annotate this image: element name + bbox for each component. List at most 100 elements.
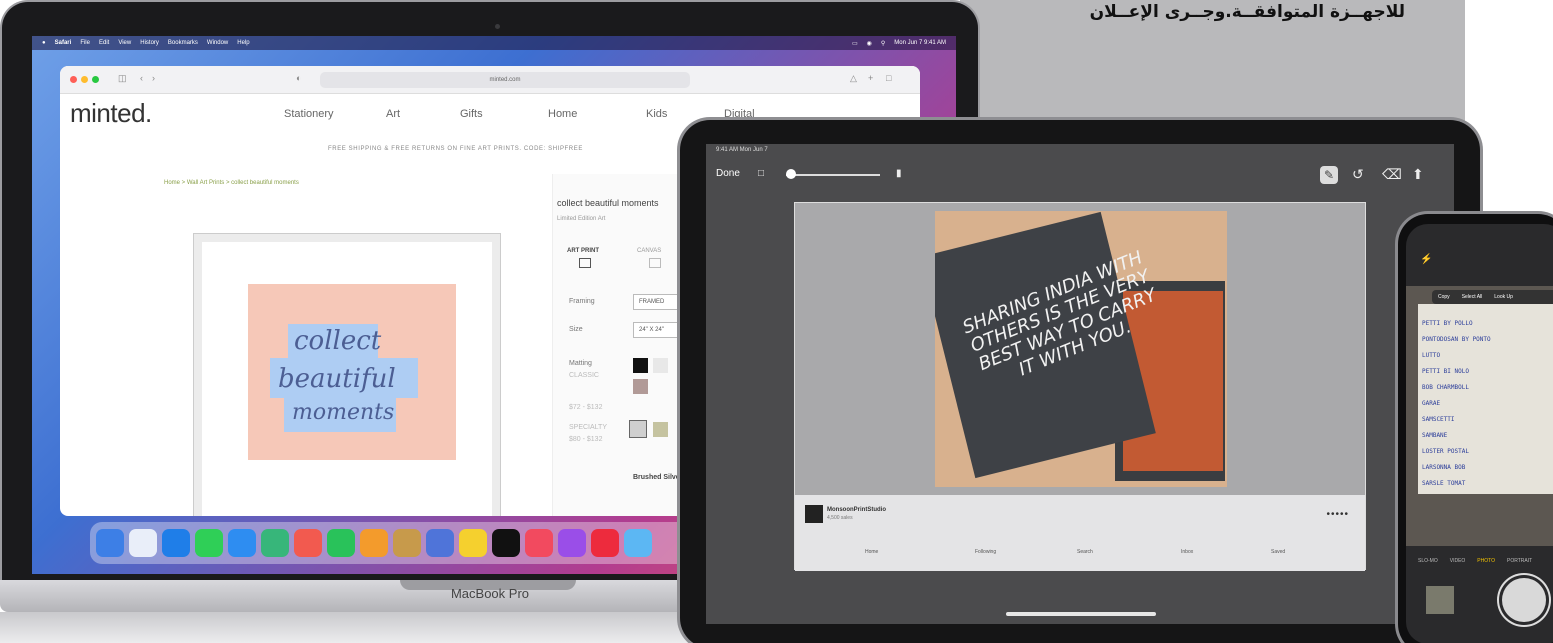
dock-app-icon[interactable] [591, 529, 619, 557]
crop-icon[interactable]: □ [758, 168, 764, 179]
canvas-thumb[interactable] [649, 258, 661, 268]
menubar-clock[interactable]: Mon Jun 7 9:41 AM [894, 40, 946, 47]
art-print-thumb[interactable] [579, 258, 591, 268]
note-line[interactable]: LOSTER POSTAL [1422, 448, 1469, 455]
breadcrumb[interactable]: Home > Wall Art Prints > collect beautif… [164, 180, 299, 186]
dock-app-icon[interactable] [426, 529, 454, 557]
mode-video[interactable]: VIDEO [1450, 558, 1466, 564]
dock-app-icon[interactable] [492, 529, 520, 557]
note-line[interactable]: PETTI BY POLLO [1422, 320, 1473, 327]
opacity-slider[interactable] [786, 174, 880, 176]
pin-photo[interactable]: SHARING INDIA WITH OTHERS IS THE VERY BE… [935, 211, 1227, 487]
note-line[interactable]: PONTODOSAN BY PONTO [1422, 336, 1491, 343]
handwritten-note[interactable]: PETTI BY POLLO PONTODOSAN BY PONTO LUTTO PE… [1418, 304, 1553, 494]
dock-app-icon[interactable] [360, 529, 388, 557]
sidebar-icon[interactable]: ◫ [118, 73, 127, 84]
screenshot-preview[interactable]: SHARING INDIA WITH OTHERS IS THE VERY BE… [794, 202, 1366, 571]
battery-icon[interactable]: ▭ [852, 40, 858, 47]
note-line[interactable]: GARAE [1422, 400, 1440, 407]
apple-icon[interactable]: ● [42, 40, 46, 46]
note-line[interactable]: PETTI BI NOLO [1422, 368, 1469, 375]
tab-search[interactable]: Search [1077, 549, 1093, 555]
address-bar[interactable]: minted.com [320, 72, 690, 88]
markup-icon[interactable]: ✎ [1320, 166, 1338, 184]
avatar[interactable] [805, 505, 823, 523]
camera-viewfinder[interactable]: PETTI BY POLLO PONTODOSAN BY PONTO LUTTO PE… [1406, 286, 1553, 546]
forward-icon[interactable]: › [152, 73, 155, 83]
wifi-icon[interactable]: ◉ [867, 40, 872, 47]
dock-app-icon[interactable] [525, 529, 553, 557]
note-line[interactable]: SARSLE TOMAT [1422, 480, 1465, 487]
back-icon[interactable]: ‹ [140, 73, 143, 83]
menu-item[interactable]: File [80, 40, 90, 46]
dock-app-icon[interactable] [228, 529, 256, 557]
site-logo[interactable]: minted. [70, 98, 152, 129]
trash-icon[interactable]: ⌫ [1382, 166, 1402, 183]
tabs-overview-icon[interactable]: □ [886, 73, 891, 83]
zoom-window-button[interactable] [92, 76, 99, 83]
close-window-button[interactable] [70, 76, 77, 83]
pencil-icon[interactable]: ▮ [896, 168, 902, 179]
menu-item[interactable]: Window [207, 40, 228, 46]
dock-app-icon[interactable] [129, 529, 157, 557]
undo-icon[interactable]: ↺ [1352, 166, 1364, 183]
mode-photo[interactable]: PHOTO [1477, 558, 1495, 564]
privacy-shield-icon[interactable]: ◐ [296, 73, 301, 83]
note-line[interactable]: BOB CHARMBOLL [1422, 384, 1469, 391]
nav-link-kids[interactable]: Kids [646, 108, 667, 120]
mat-swatch-white[interactable] [653, 358, 668, 373]
pin-author[interactable]: MonsoonPrintStudio [827, 507, 886, 513]
dock-app-icon[interactable] [261, 529, 289, 557]
shutter-button[interactable] [1502, 578, 1546, 622]
popover-look-up[interactable]: Look Up [1494, 294, 1513, 300]
dock-app-icon[interactable] [558, 529, 586, 557]
note-line[interactable]: SAMBANE [1422, 432, 1447, 439]
nav-link-stationery[interactable]: Stationery [284, 108, 334, 120]
dock-app-icon[interactable] [393, 529, 421, 557]
menu-item[interactable]: Edit [99, 40, 109, 46]
popover-select-all[interactable]: Select All [1462, 294, 1483, 300]
dock-app-icon[interactable] [294, 529, 322, 557]
note-line[interactable]: LARSONNA BOB [1422, 464, 1465, 471]
more-options-icon[interactable]: ••••• [1326, 509, 1349, 520]
tab-home[interactable]: Home [865, 549, 878, 555]
note-line[interactable]: SAMSCETTI [1422, 416, 1455, 423]
frame-swatch-gold[interactable] [653, 422, 668, 437]
menu-item[interactable]: History [140, 40, 159, 46]
option-canvas[interactable]: CANVAS [637, 248, 661, 254]
menu-item[interactable]: View [118, 40, 131, 46]
mode-slo-mo[interactable]: SLO-MO [1418, 558, 1438, 564]
note-line[interactable]: LUTTO [1422, 352, 1440, 359]
nav-link-gifts[interactable]: Gifts [460, 108, 483, 120]
promo-banner[interactable]: FREE SHIPPING & FREE RETURNS ON FINE ART… [328, 146, 583, 152]
nav-link-home[interactable]: Home [548, 108, 577, 120]
dock-app-icon[interactable] [96, 529, 124, 557]
dock-app-icon[interactable] [459, 529, 487, 557]
menu-item[interactable]: Bookmarks [168, 40, 198, 46]
option-art-print[interactable]: ART PRINT [567, 248, 599, 254]
art-text-line[interactable]: beautiful [278, 364, 396, 394]
nav-link-art[interactable]: Art [386, 108, 400, 120]
minimize-window-button[interactable] [81, 76, 88, 83]
share-icon[interactable]: ⬆ [1412, 166, 1424, 183]
mat-swatch-mauve[interactable] [633, 379, 648, 394]
done-button[interactable]: Done [716, 168, 740, 179]
tab-following[interactable]: Following [975, 549, 996, 555]
dock-app-icon[interactable] [327, 529, 355, 557]
share-icon[interactable]: △ [850, 73, 857, 84]
dock-app-icon[interactable] [624, 529, 652, 557]
popover-copy[interactable]: Copy [1438, 294, 1450, 300]
menu-item[interactable]: Safari [55, 40, 72, 46]
menu-item[interactable]: Help [237, 40, 249, 46]
dock-app-icon[interactable] [162, 529, 190, 557]
tab-inbox[interactable]: Inbox [1181, 549, 1193, 555]
home-indicator[interactable] [1006, 612, 1156, 616]
opacity-slider-knob[interactable] [786, 169, 796, 179]
dock-app-icon[interactable] [195, 529, 223, 557]
new-tab-icon[interactable]: + [868, 73, 873, 83]
frame-swatch-silver[interactable] [629, 420, 647, 438]
mode-portrait[interactable]: PORTRAIT [1507, 558, 1532, 564]
tab-saved[interactable]: Saved [1271, 549, 1285, 555]
art-text-line[interactable]: collect [294, 326, 381, 356]
photo-thumbnail[interactable] [1426, 586, 1454, 614]
